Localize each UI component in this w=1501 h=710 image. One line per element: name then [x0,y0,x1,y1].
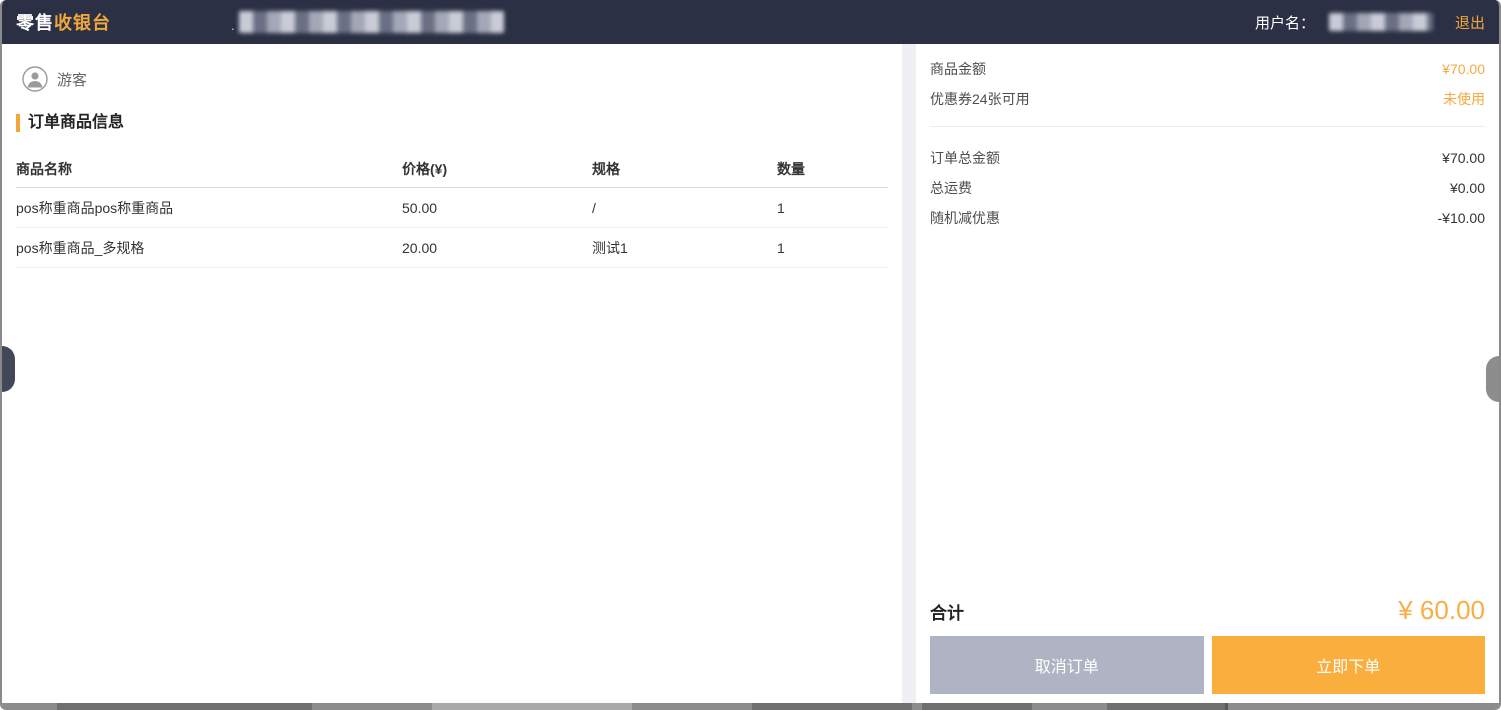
bottom-edge-segment [1107,703,1225,710]
cell-product-name: pos称重商品_多规格 [16,238,402,258]
goods-amount-label: 商品金额 [930,59,986,79]
store-name-redacted [239,11,504,33]
table-row[interactable]: pos称重商品pos称重商品 50.00 / 1 [16,188,888,228]
bottom-edge-segment [922,703,1032,710]
cell-price: 50.00 [402,200,592,216]
cell-quantity: 1 [777,200,888,216]
summary-row-random-discount: 随机减优惠 -¥10.00 [930,203,1485,233]
coupon-label: 优惠券24张可用 [930,89,1030,109]
cell-spec: / [592,200,777,216]
cell-product-name: pos称重商品pos称重商品 [16,198,402,218]
total-amount: ¥ 60.00 [1398,595,1485,626]
order-panel: 游客 订单商品信息 商品名称 价格(¥) 规格 数量 pos称重商品pos称重商… [2,44,902,703]
total-label: 合计 [930,599,964,624]
header-spec: 规格 [592,159,777,179]
summary-detail-group: 订单总金额 ¥70.00 总运费 ¥0.00 随机减优惠 -¥10.00 [930,133,1485,239]
shipping-value: ¥0.00 [1450,180,1485,196]
checkout-panel: 商品金额 ¥70.00 优惠券24张可用 未使用 订单总金额 ¥70.00 总运… [916,44,1499,703]
pos-window: 零售收银台 . 用户名： 退出 游客 订单商品信息 [0,0,1501,710]
customer-name: 游客 [57,69,87,90]
top-bar: 零售收银台 . 用户名： 退出 [2,0,1499,44]
header-price: 价格(¥) [402,159,592,179]
bottom-edge-segment [432,703,632,710]
summary-divider [930,126,1485,127]
top-bar-right: 用户名： 退出 [1255,12,1485,33]
summary-row-coupon[interactable]: 优惠券24张可用 未使用 [930,84,1485,114]
order-total-value: ¥70.00 [1442,150,1485,166]
table-row[interactable]: pos称重商品_多规格 20.00 测试1 1 [16,228,888,268]
guest-avatar-icon [22,66,48,92]
username-label: 用户名： [1255,12,1315,33]
panel-gutter [902,44,916,703]
summary-top-group: 商品金额 ¥70.00 优惠券24张可用 未使用 [930,44,1485,120]
store-name-prefix: . [231,18,235,33]
cell-quantity: 1 [777,240,888,256]
app-title: 零售收银台 [16,9,111,35]
summary-row-order-total: 订单总金额 ¥70.00 [930,143,1485,173]
cell-price: 20.00 [402,240,592,256]
shipping-label: 总运费 [930,178,972,198]
bottom-edge-segment [57,703,312,710]
random-discount-label: 随机减优惠 [930,208,1000,228]
bottom-edge-segment [752,703,912,710]
actions-row: 取消订单 立即下单 [930,636,1485,703]
cancel-order-button[interactable]: 取消订单 [930,636,1204,694]
summary-row-shipping: 总运费 ¥0.00 [930,173,1485,203]
username-redacted [1329,13,1433,31]
app-title-suffix: 收银台 [54,13,111,33]
left-drawer-handle[interactable] [2,346,15,392]
table-header-row: 商品名称 价格(¥) 规格 数量 [16,150,888,188]
store-name: . [231,11,504,33]
bottom-edge [2,703,1499,710]
cell-spec: 测试1 [592,238,777,258]
random-discount-value: -¥10.00 [1438,210,1485,226]
summary-row-goods-amount: 商品金额 ¥70.00 [930,54,1485,84]
goods-amount-value: ¥70.00 [1442,61,1485,77]
app-title-prefix: 零售 [16,13,54,33]
order-total-label: 订单总金额 [930,148,1000,168]
spacer [930,239,1485,589]
bottom-edge-segment [1225,703,1228,710]
goods-table: 商品名称 价格(¥) 规格 数量 pos称重商品pos称重商品 50.00 / … [16,150,888,268]
customer-row[interactable]: 游客 [16,58,888,94]
logout-button[interactable]: 退出 [1455,12,1485,33]
main-area: 游客 订单商品信息 商品名称 价格(¥) 规格 数量 pos称重商品pos称重商… [2,44,1499,703]
coupon-status: 未使用 [1443,89,1485,109]
total-row: 合计 ¥ 60.00 [930,589,1485,636]
header-quantity: 数量 [777,159,888,179]
order-items-title: 订单商品信息 [16,114,888,132]
right-drawer-handle[interactable] [1486,356,1499,402]
place-order-button[interactable]: 立即下单 [1212,636,1486,694]
header-product-name: 商品名称 [16,159,402,179]
